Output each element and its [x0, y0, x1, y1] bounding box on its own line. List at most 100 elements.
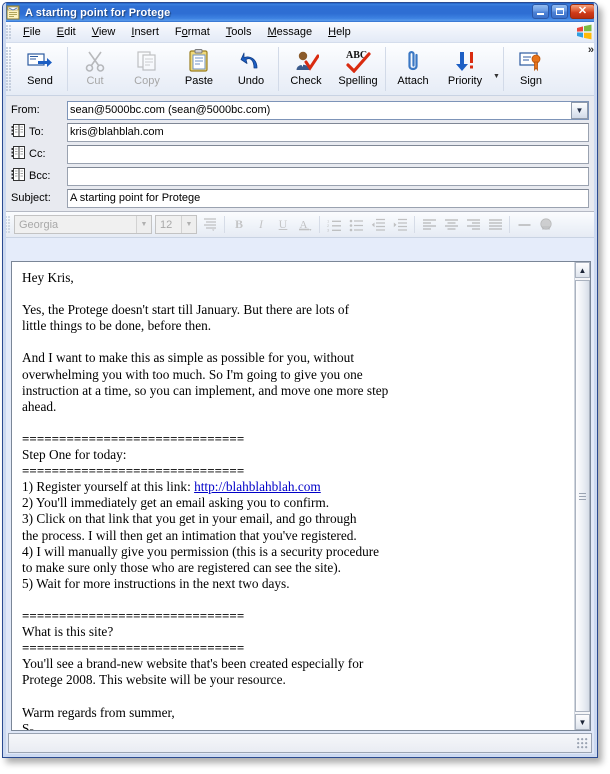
menu-tools[interactable]: Tools: [218, 24, 260, 40]
font-color-icon[interactable]: A: [294, 214, 316, 236]
paste-label: Paste: [184, 75, 214, 87]
chevron-down-icon[interactable]: ▼: [136, 216, 151, 233]
undo-button[interactable]: Undo: [225, 43, 277, 95]
bcc-label-text: Bcc:: [29, 170, 51, 182]
address-book-icon[interactable]: [11, 168, 25, 184]
undo-arrow-icon: [239, 48, 263, 74]
to-label-text: To:: [29, 126, 44, 138]
registration-link[interactable]: http://blahblahblah.com: [194, 479, 321, 494]
check-label: Check: [290, 75, 322, 87]
windows-logo-icon: [576, 24, 593, 40]
address-book-icon[interactable]: [11, 124, 25, 140]
maximize-button[interactable]: [551, 4, 568, 19]
check-names-button[interactable]: Check: [280, 43, 332, 95]
cut-button[interactable]: Cut: [69, 43, 121, 95]
font-size-select[interactable]: 12 ▼: [155, 215, 197, 234]
from-field[interactable]: sean@5000bc.com (sean@5000bc.com) ▼: [67, 100, 589, 120]
menubar-drag-grip[interactable]: [6, 24, 12, 40]
increase-indent-icon[interactable]: [389, 214, 411, 236]
toolbar-overflow-button[interactable]: »: [588, 44, 594, 56]
justify-icon[interactable]: [484, 214, 506, 236]
cc-input[interactable]: [67, 144, 589, 164]
main-toolbar: Send Cut Copy Paste Undo Check ABC Spell…: [3, 43, 597, 96]
to-input[interactable]: kris@blahblah.com: [67, 122, 589, 142]
to-value: kris@blahblah.com: [70, 126, 164, 138]
menu-format[interactable]: Format: [167, 24, 218, 40]
menu-view[interactable]: View: [84, 24, 124, 40]
scrollbar-grip-icon: [579, 492, 586, 500]
font-family-select[interactable]: Georgia ▼: [14, 215, 152, 234]
attach-label: Attach: [397, 75, 429, 87]
toolbar-separator: [385, 47, 386, 91]
from-dropdown-chevron-down-icon[interactable]: ▼: [571, 101, 588, 119]
status-bar: [8, 733, 592, 753]
copy-button[interactable]: Copy: [121, 43, 173, 95]
check-names-icon: [294, 48, 319, 74]
minimize-button[interactable]: [532, 4, 549, 19]
decrease-indent-icon[interactable]: [367, 214, 389, 236]
menu-bar: File Edit View Insert Format Tools Messa…: [3, 22, 597, 43]
to-label[interactable]: To:: [11, 124, 67, 140]
from-label: From:: [11, 104, 40, 116]
subject-input[interactable]: A starting point for Protege: [67, 188, 589, 208]
sign-button[interactable]: Sign: [505, 43, 557, 95]
message-headers: From: sean@5000bc.com (sean@5000bc.com) …: [3, 96, 597, 212]
chevron-down-icon[interactable]: ▼: [181, 216, 196, 233]
compose-mail-window: A starting point for Protege ✕ File Edit…: [2, 2, 598, 758]
send-label: Send: [27, 75, 53, 87]
scrollbar-thumb[interactable]: [575, 280, 590, 712]
attach-button[interactable]: Attach: [387, 43, 439, 95]
numbered-list-icon[interactable]: 1 2 3: [323, 214, 345, 236]
italic-icon[interactable]: I: [250, 214, 272, 236]
priority-arrow-icon: [453, 48, 477, 74]
menu-help[interactable]: Help: [320, 24, 359, 40]
message-body-editor[interactable]: Hey Kris, Yes, the Protege doesn't start…: [11, 261, 591, 731]
close-button[interactable]: ✕: [570, 4, 595, 19]
cc-row: Cc:: [11, 144, 589, 164]
priority-button[interactable]: Priority: [439, 43, 491, 95]
cc-label-text: Cc:: [29, 148, 46, 160]
toolbar-separator: [67, 47, 68, 91]
menu-file[interactable]: File: [15, 24, 49, 40]
send-icon: [27, 48, 53, 74]
format-separator: [224, 216, 225, 233]
close-icon: ✕: [577, 5, 588, 17]
bcc-input[interactable]: [67, 166, 589, 186]
from-value: sean@5000bc.com (sean@5000bc.com): [70, 104, 271, 116]
body-vertical-scrollbar[interactable]: ▲ ▼: [574, 262, 590, 730]
spelling-button[interactable]: ABC Spelling: [332, 43, 384, 95]
horizontal-rule-icon[interactable]: [513, 214, 535, 236]
bcc-label[interactable]: Bcc:: [11, 168, 67, 184]
maximize-icon: [555, 8, 564, 15]
resize-grip-icon[interactable]: [577, 738, 589, 750]
spelling-abc-icon: ABC: [344, 48, 372, 74]
bold-icon[interactable]: B: [228, 214, 250, 236]
format-toolbar-drag-grip[interactable]: [5, 215, 11, 234]
window-controls: ✕: [532, 4, 595, 19]
menu-edit[interactable]: Edit: [49, 24, 84, 40]
underline-icon[interactable]: U: [272, 214, 294, 236]
send-button[interactable]: Send: [14, 43, 66, 95]
menu-insert[interactable]: Insert: [123, 24, 167, 40]
message-body-text[interactable]: Hey Kris, Yes, the Protege doesn't start…: [12, 262, 574, 730]
minimize-icon: [537, 13, 544, 15]
font-size-value: 12: [160, 218, 173, 231]
address-book-icon[interactable]: [11, 146, 25, 162]
menu-message[interactable]: Message: [259, 24, 320, 40]
scrollbar-track[interactable]: [575, 278, 590, 714]
priority-dropdown-arrow-icon[interactable]: ▼: [491, 43, 502, 95]
bulleted-list-icon[interactable]: [345, 214, 367, 236]
insert-picture-icon[interactable]: [535, 214, 557, 236]
undo-label: Undo: [237, 75, 265, 87]
copy-icon: [136, 48, 158, 74]
align-right-icon[interactable]: [462, 214, 484, 236]
scroll-up-button[interactable]: ▲: [575, 262, 590, 278]
toolbar-drag-grip[interactable]: [6, 47, 12, 91]
align-left-icon[interactable]: [418, 214, 440, 236]
align-center-icon[interactable]: [440, 214, 462, 236]
scroll-down-button[interactable]: ▼: [575, 714, 590, 730]
cc-label[interactable]: Cc:: [11, 146, 67, 162]
paragraph-style-icon[interactable]: [199, 214, 221, 236]
title-bar[interactable]: A starting point for Protege ✕: [3, 3, 597, 22]
paste-button[interactable]: Paste: [173, 43, 225, 95]
